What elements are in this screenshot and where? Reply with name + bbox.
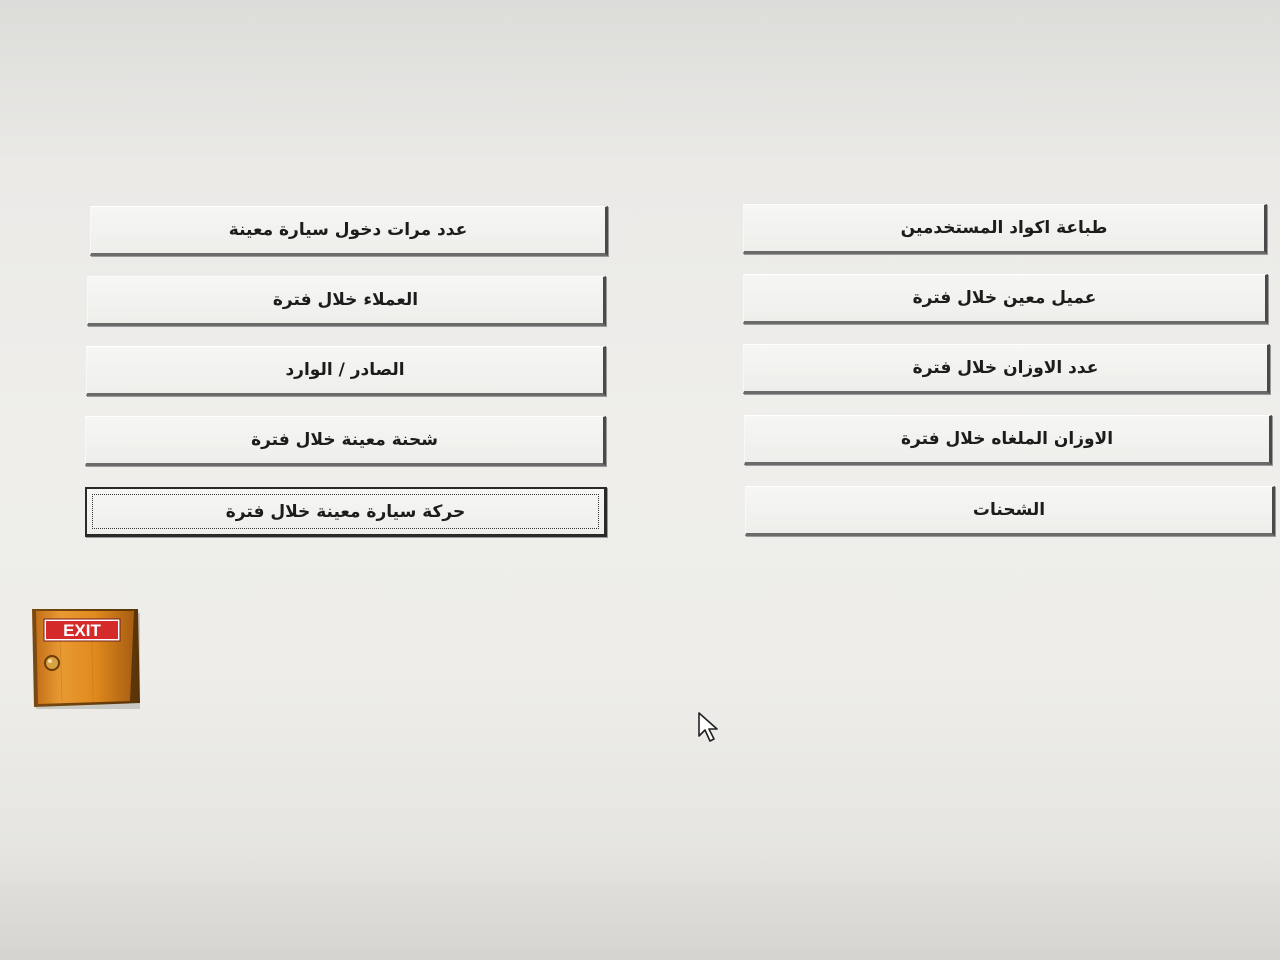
customers-period-label: العملاء خلال فترة	[272, 290, 419, 310]
customers-period-button[interactable]: العملاء خلال فترة	[87, 276, 606, 326]
shipments-button[interactable]: الشحنات	[745, 486, 1275, 536]
car-entry-count-button[interactable]: عدد مرات دخول سيارة معينة	[90, 206, 608, 256]
screen-bottom-shade	[0, 860, 1280, 960]
cancelled-weights-period-button[interactable]: الاوزان الملغاه خلال فترة	[744, 415, 1272, 465]
specific-customer-period-button[interactable]: عميل معين خلال فترة	[743, 274, 1268, 324]
shipments-label: الشحنات	[972, 500, 1046, 520]
exit-sign-text: EXIT	[63, 621, 101, 640]
print-user-codes-label: طباعة اكواد المستخدمين	[900, 218, 1108, 238]
shipment-period-button[interactable]: شحنة معينة خلال فترة	[85, 416, 606, 466]
exit-button[interactable]: EXIT	[30, 607, 142, 711]
weights-count-period-label: عدد الاوزان خلال فترة	[912, 358, 1099, 378]
outgoing-incoming-label: الصادر / الوارد	[285, 360, 405, 380]
door-exit-icon: EXIT	[32, 609, 140, 709]
mouse-pointer-icon	[698, 712, 718, 742]
car-entry-count-label: عدد مرات دخول سيارة معينة	[228, 220, 468, 240]
cancelled-weights-period-label: الاوزان الملغاه خلال فترة	[900, 429, 1114, 449]
specific-customer-period-label: عميل معين خلال فترة	[912, 288, 1097, 308]
print-user-codes-button[interactable]: طباعة اكواد المستخدمين	[743, 204, 1267, 254]
car-movement-period-label: حركة سيارة معينة خلال فترة	[225, 501, 466, 522]
shipment-period-label: شحنة معينة خلال فترة	[251, 430, 438, 450]
weights-count-period-button[interactable]: عدد الاوزان خلال فترة	[743, 344, 1270, 394]
outgoing-incoming-button[interactable]: الصادر / الوارد	[86, 346, 606, 396]
car-movement-period-button[interactable]: حركة سيارة معينة خلال فترة	[85, 487, 607, 537]
